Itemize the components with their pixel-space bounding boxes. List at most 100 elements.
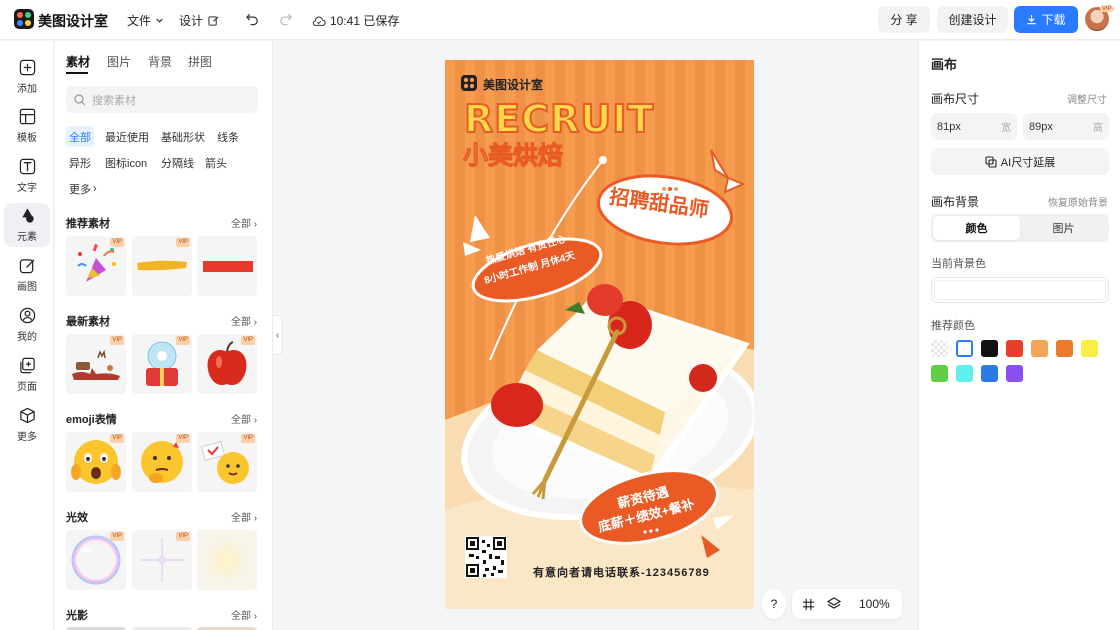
material-thumb-yellow-stroke[interactable]: VIP <box>132 236 192 296</box>
material-thumb-emoji-sign[interactable]: VIP <box>197 432 257 492</box>
nav-item-more[interactable]: 更多 <box>4 403 50 447</box>
material-thumb-party-popper[interactable]: VIP <box>66 236 126 296</box>
ai-extend-label: AI尺寸延展 <box>1000 156 1056 169</box>
nav-item-templates[interactable]: 模板 <box>4 104 50 148</box>
chip-lines[interactable]: 线条 <box>214 126 242 147</box>
color-swatch[interactable] <box>956 340 973 357</box>
reset-bg-link[interactable]: 恢复原始背景 <box>1048 194 1108 209</box>
vip-badge: VIP <box>110 532 124 541</box>
nav-label: 我的 <box>17 332 37 343</box>
undo-icon[interactable] <box>245 12 260 26</box>
height-field[interactable]: 89px 高 <box>1023 113 1109 140</box>
design-canvas[interactable]: 美图设计室 RECRUIT 小美烘焙 招聘甜品师 热爱烘焙 有责任心 8小时工作… <box>445 60 754 609</box>
help-button[interactable]: ? <box>762 589 786 619</box>
material-thumb-snow-globe[interactable]: VIP <box>132 334 192 394</box>
resize-link[interactable]: 调整尺寸 <box>1067 91 1107 106</box>
all-label: 全部 <box>231 611 251 622</box>
share-button[interactable]: 分 享 <box>878 6 930 33</box>
ai-resize-icon <box>985 155 997 168</box>
color-swatch[interactable] <box>981 365 998 382</box>
material-thumb-glow[interactable] <box>197 530 257 590</box>
nav-item-add[interactable]: 添加 <box>4 55 50 99</box>
color-swatch[interactable] <box>931 365 948 382</box>
color-swatch[interactable] <box>1006 340 1023 357</box>
section-all-button[interactable]: 全部 › <box>231 215 257 230</box>
poster-shop-name[interactable]: 小美烘焙 <box>462 143 563 169</box>
app-logo[interactable] <box>14 9 34 29</box>
color-swatch[interactable] <box>1056 340 1073 357</box>
nav-item-text[interactable]: 文字 <box>4 154 50 198</box>
left-nav: 添加 模板 文字 元素 画图 我的 页面 更多 <box>0 41 54 630</box>
design-menu[interactable]: 设计 <box>179 12 219 29</box>
chip-arrows[interactable]: 箭头 <box>202 152 230 173</box>
section-all-button[interactable]: 全部 › <box>231 509 257 524</box>
material-thumb-emoji-thinking[interactable]: VIP <box>132 432 192 492</box>
grid-icon[interactable] <box>802 598 815 611</box>
width-unit: 宽 <box>1001 123 1011 134</box>
color-swatch[interactable] <box>931 340 948 357</box>
vip-badge: VIP <box>241 434 255 443</box>
create-design-button[interactable]: 创建设计 <box>937 6 1008 33</box>
vip-badge: VIP <box>110 238 124 247</box>
file-menu-label: 文件 <box>127 14 152 28</box>
poster-brand[interactable]: 美图设计室 <box>483 76 543 93</box>
search-input[interactable]: 搜索素材 <box>66 86 258 113</box>
shapes-icon <box>21 208 34 223</box>
color-swatch[interactable] <box>956 365 973 382</box>
all-label: 全部 <box>231 317 251 328</box>
poster-headline[interactable]: RECRUIT <box>463 99 654 139</box>
chip-dividers[interactable]: 分隔线 <box>158 152 197 173</box>
vip-badge: VIP <box>176 532 190 541</box>
nav-item-draw[interactable]: 画图 <box>4 253 50 297</box>
user-icon <box>19 307 35 324</box>
vip-badge: VIP <box>110 434 124 443</box>
material-thumb-reindeer-sleigh[interactable]: VIP <box>66 334 126 394</box>
section-all-button[interactable]: 全部 › <box>231 607 257 622</box>
chip-basic-shapes[interactable]: 基础形状 <box>158 126 208 147</box>
color-swatch[interactable] <box>1081 340 1098 357</box>
nav-item-elements[interactable]: 元素 <box>4 203 50 247</box>
tab-images[interactable]: 图片 <box>107 53 131 70</box>
tab-collage[interactable]: 拼图 <box>188 53 212 70</box>
section-title-latest: 最新素材 <box>66 316 110 328</box>
material-thumb-red-bar[interactable] <box>197 236 257 296</box>
panel-title: 画布 <box>931 57 958 72</box>
zoom-level[interactable]: 100% <box>859 597 890 611</box>
redo-icon[interactable] <box>278 12 293 26</box>
material-thumb-bubble[interactable]: VIP <box>66 530 126 590</box>
chip-all[interactable]: 全部 <box>66 126 94 147</box>
collapse-panel-button[interactable]: ‹ <box>273 315 283 355</box>
ai-extend-button[interactable]: AI尺寸延展 <box>931 148 1109 175</box>
material-thumb-emoji-shocked[interactable]: VIP <box>66 432 126 492</box>
tab-materials[interactable]: 素材 <box>66 53 90 70</box>
nav-item-mine[interactable]: 我的 <box>4 303 50 347</box>
chip-more[interactable]: 更多 › <box>66 178 100 199</box>
seg-color[interactable]: 颜色 <box>933 216 1020 240</box>
width-field[interactable]: 81px 宽 <box>931 113 1017 140</box>
section-all-button[interactable]: 全部 › <box>231 411 257 426</box>
current-color-swatch <box>934 280 1106 300</box>
chip-icons[interactable]: 图标icon <box>102 152 150 173</box>
poster-contact[interactable]: 有意向者请电话联系-123456789 <box>533 564 710 580</box>
color-swatch[interactable] <box>1006 365 1023 382</box>
nav-label: 文字 <box>17 183 37 194</box>
nav-item-pages[interactable]: 页面 <box>4 353 50 397</box>
file-menu[interactable]: 文件 <box>127 12 164 29</box>
chip-recent[interactable]: 最近使用 <box>102 126 152 147</box>
chip-special-shapes[interactable]: 异形 <box>66 152 94 173</box>
vip-badge: VIP <box>176 434 190 443</box>
current-bg-color[interactable] <box>931 277 1109 303</box>
section-all-button[interactable]: 全部 › <box>231 313 257 328</box>
layers-icon[interactable] <box>827 597 841 611</box>
material-thumb-apple[interactable]: VIP <box>197 334 257 394</box>
avatar-vip-badge: VIP <box>1100 6 1114 12</box>
design-menu-label: 设计 <box>179 14 204 28</box>
download-button[interactable]: 下载 <box>1014 6 1078 33</box>
material-thumb-sparkle[interactable]: VIP <box>132 530 192 590</box>
color-swatch[interactable] <box>1031 340 1048 357</box>
chevron-down-icon <box>156 18 163 23</box>
save-status: 10:41 已保存 <box>312 12 399 29</box>
tab-backgrounds[interactable]: 背景 <box>148 53 172 70</box>
color-swatch[interactable] <box>981 340 998 357</box>
seg-image[interactable]: 图片 <box>1020 216 1107 240</box>
